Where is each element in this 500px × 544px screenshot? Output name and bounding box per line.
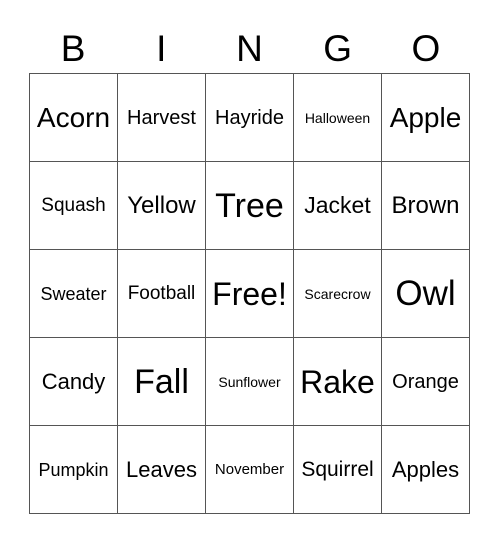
bingo-header: B I N G O (29, 26, 470, 72)
cell-label: Halloween (304, 109, 371, 126)
cell-label: Tree (215, 186, 284, 225)
bingo-cell[interactable]: Apples (382, 426, 470, 514)
cell-label: Sunflower (218, 373, 281, 390)
cell-label: Apples (391, 456, 460, 482)
bingo-cell[interactable]: Apple (382, 74, 470, 162)
header-letter-g: G (323, 28, 353, 69)
cell-label: Squirrel (301, 458, 374, 481)
bingo-cell[interactable]: Halloween (294, 74, 382, 162)
bingo-cell[interactable]: Hayride (206, 74, 294, 162)
bingo-cell[interactable]: Owl (382, 250, 470, 338)
cell-label: Fall (134, 362, 189, 401)
bingo-cell[interactable]: November (206, 426, 294, 514)
bingo-cell[interactable]: Yellow (118, 162, 206, 250)
header-letter-n: N (236, 28, 263, 69)
cell-label: Football (127, 283, 196, 304)
cell-label: Brown (391, 191, 460, 219)
bingo-board: Acorn Harvest Hayride Halloween Apple Sq… (29, 73, 470, 514)
cell-label: November (214, 461, 285, 478)
free-space-cell[interactable]: Free! (206, 250, 294, 338)
free-space-label: Free! (212, 275, 287, 312)
cell-label: Jacket (304, 192, 371, 218)
cell-label: Scarecrow (304, 285, 371, 302)
cell-label: Candy (41, 368, 106, 394)
header-letter-i: I (156, 28, 167, 69)
bingo-cell[interactable]: Scarecrow (294, 250, 382, 338)
cell-label: Pumpkin (38, 459, 109, 480)
bingo-cell[interactable]: Squirrel (294, 426, 382, 514)
cell-label: Squash (41, 195, 106, 216)
bingo-cell[interactable]: Fall (118, 338, 206, 426)
bingo-cell[interactable]: Harvest (118, 74, 206, 162)
cell-label: Yellow (127, 191, 196, 219)
header-letter-b: B (60, 28, 86, 69)
bingo-cell[interactable]: Pumpkin (30, 426, 118, 514)
cell-label: Harvest (127, 106, 196, 129)
cell-label: Leaves (126, 456, 197, 482)
cell-label: Apple (389, 101, 462, 133)
bingo-cell[interactable]: Sweater (30, 250, 118, 338)
bingo-cell[interactable]: Squash (30, 162, 118, 250)
bingo-cell[interactable]: Acorn (30, 74, 118, 162)
cell-label: Orange (392, 370, 459, 393)
bingo-cell[interactable]: Candy (30, 338, 118, 426)
bingo-cell[interactable]: Tree (206, 162, 294, 250)
cell-label: Hayride (215, 106, 284, 129)
bingo-cell[interactable]: Football (118, 250, 206, 338)
cell-label: Rake (300, 363, 375, 400)
bingo-cell[interactable]: Brown (382, 162, 470, 250)
cell-label: Sweater (40, 283, 107, 304)
cell-label: Acorn (36, 101, 111, 133)
bingo-cell[interactable]: Leaves (118, 426, 206, 514)
header-letter-o: O (411, 28, 441, 69)
bingo-cell[interactable]: Orange (382, 338, 470, 426)
bingo-cell[interactable]: Jacket (294, 162, 382, 250)
cell-label: Owl (395, 274, 456, 313)
bingo-cell[interactable]: Rake (294, 338, 382, 426)
bingo-cell[interactable]: Sunflower (206, 338, 294, 426)
